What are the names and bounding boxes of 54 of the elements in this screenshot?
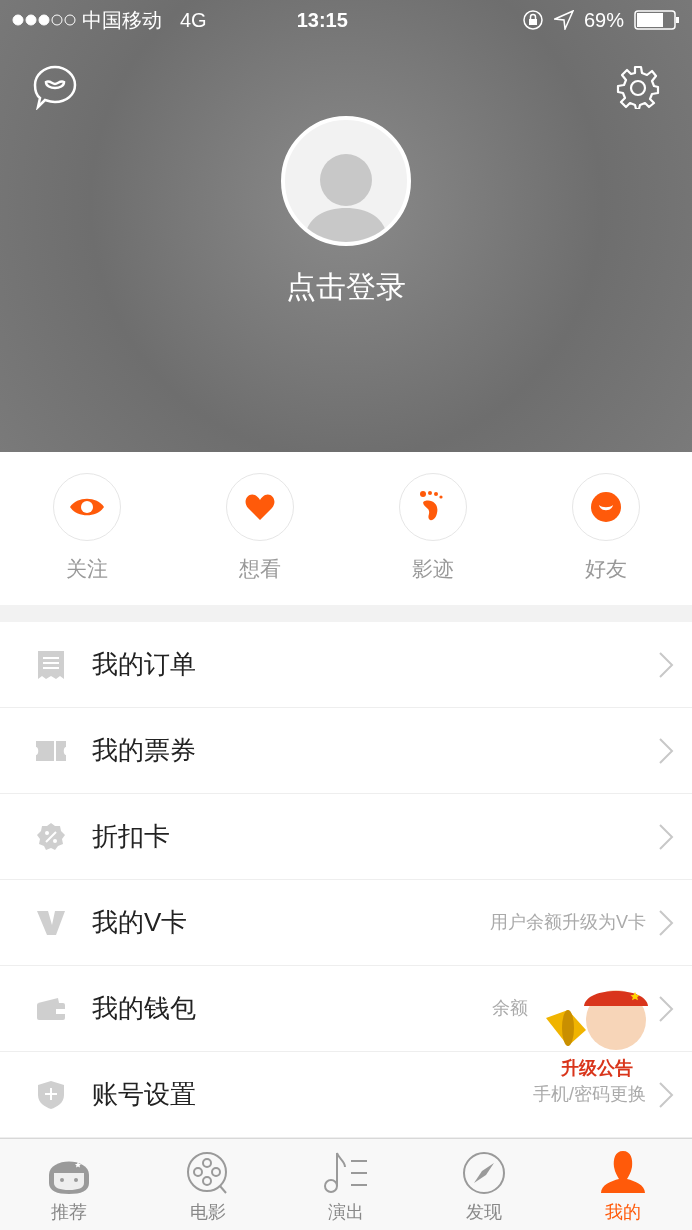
chevron-right-icon	[658, 908, 674, 937]
tab-bar-item[interactable]: 我的	[553, 1139, 692, 1230]
announcement-label[interactable]: 升级公告	[561, 1056, 633, 1080]
menu-label: 折扣卡	[92, 820, 170, 853]
settings-button[interactable]	[616, 64, 660, 110]
shortcut-button[interactable]: 影迹	[346, 472, 519, 585]
menu-label: 我的票券	[92, 734, 196, 767]
menu-row[interactable]: 我的订单	[0, 622, 692, 708]
menu-row[interactable]: 折扣卡	[0, 794, 692, 880]
shortcut-button[interactable]: 想看	[173, 472, 346, 585]
menu-hint: 手机/密码更换	[533, 1083, 646, 1106]
clock-time: 13:15	[296, 8, 348, 33]
chevron-right-icon	[658, 736, 674, 765]
menu-hint: 余额	[492, 997, 528, 1020]
tab-bar-item[interactable]: 推荐	[0, 1139, 139, 1230]
shortcut-button[interactable]: 关注	[0, 472, 173, 585]
rotation-lock-icon	[521, 9, 544, 31]
chevron-right-icon	[658, 650, 674, 679]
menu-row[interactable]: 我的V卡 用户余额升级为V卡	[0, 880, 692, 966]
music-note-icon	[323, 1151, 369, 1195]
menu-label: 我的V卡	[92, 906, 188, 939]
ticket-icon	[35, 739, 67, 762]
wallet-icon	[36, 996, 66, 1021]
chevron-right-icon	[658, 822, 674, 851]
menu-label: 账号设置	[92, 1078, 196, 1111]
chat-bubble-icon	[32, 64, 78, 110]
heart-icon	[244, 492, 275, 521]
battery-icon	[634, 10, 680, 30]
tab-bar-item[interactable]: 演出	[276, 1139, 416, 1230]
menu-label: 我的订单	[92, 648, 196, 681]
carrier-name: 中国移动	[82, 8, 162, 33]
compass-icon	[462, 1151, 507, 1195]
menu-row[interactable]: 我的票券	[0, 708, 692, 794]
message-button[interactable]	[32, 64, 78, 110]
film-reel-icon	[185, 1151, 230, 1195]
v-mark-icon	[36, 909, 66, 936]
login-link[interactable]: 点击登录	[286, 264, 406, 309]
tab-bar-item[interactable]: 发现	[415, 1139, 554, 1230]
tab-bar-item[interactable]: 电影	[138, 1139, 277, 1230]
receipt-icon	[37, 649, 65, 680]
shield-icon	[37, 1079, 65, 1110]
signal-strength-icon	[12, 14, 76, 26]
menu-hint: 用户余额升级为V卡	[490, 911, 646, 934]
location-arrow-icon	[553, 10, 574, 30]
chevron-right-icon	[658, 994, 674, 1023]
network-type: 4G	[180, 8, 207, 33]
smile-icon	[590, 491, 621, 522]
chevron-right-icon	[658, 1080, 674, 1109]
battery-percent: 69%	[583, 8, 624, 33]
menu-label: 我的钱包	[92, 992, 196, 1025]
settings-icon	[616, 65, 660, 109]
discount-badge-icon	[36, 821, 66, 852]
person-icon	[598, 1149, 647, 1195]
shortcut-button[interactable]: 好友	[519, 472, 692, 585]
